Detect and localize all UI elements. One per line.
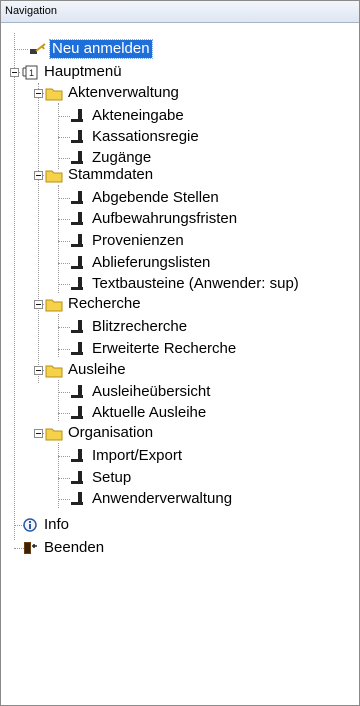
tree-item-import-export[interactable]: Import/Export (69, 445, 184, 467)
tree-line (58, 103, 59, 169)
tree-item-label: Ablieferungslisten (92, 254, 211, 271)
tree-item-abgebende-stellen[interactable]: Abgebende Stellen (69, 187, 221, 209)
exit-door-icon (21, 540, 39, 556)
key-icon (29, 41, 47, 57)
tree-item-kassationsregie[interactable]: Kassationsregie (69, 126, 201, 148)
collapse-toggle-organisation[interactable] (34, 429, 43, 438)
tree-item-label: Ausleihe (68, 361, 126, 378)
tree-item-label: Akteneingabe (92, 107, 184, 124)
menu-tree-icon: 1 (21, 64, 39, 80)
tree-item-aufbewahrungsfristen[interactable]: Aufbewahrungsfristen (69, 208, 239, 230)
navigation-tree: Neu anmelden 1 Hauptmenü Aktenverwaltung… (1, 23, 359, 705)
tree-item-anwenderverwaltung[interactable]: Anwenderverwaltung (69, 488, 234, 510)
tree-item-recherche[interactable]: Recherche (45, 293, 143, 315)
document-icon (69, 190, 87, 206)
tree-item-aktuelle-ausleihe[interactable]: Aktuelle Ausleihe (69, 402, 208, 424)
tree-line (58, 314, 59, 357)
tree-item-label: Aktuelle Ausleihe (92, 404, 207, 421)
panel-title: Navigation (1, 1, 359, 23)
folder-icon (45, 85, 63, 101)
tree-item-label: Textbausteine (Anwender: sup) (92, 275, 299, 292)
document-icon (69, 255, 87, 271)
tree-item-label: Aktenverwaltung (68, 84, 179, 101)
document-icon (69, 211, 87, 227)
document-icon (69, 276, 87, 292)
tree-item-setup[interactable]: Setup (69, 467, 133, 489)
collapse-toggle-hauptmenu[interactable] (10, 68, 19, 77)
tree-item-label: Import/Export (92, 447, 183, 464)
tree-item-ausleihe[interactable]: Ausleihe (45, 359, 128, 381)
document-icon (69, 491, 87, 507)
document-icon (69, 341, 87, 357)
tree-item-label: Abgebende Stellen (92, 189, 219, 206)
tree-item-label: Kassationsregie (92, 128, 199, 145)
tree-item-label: Setup (92, 469, 132, 486)
tree-item-label: Stammdaten (68, 166, 154, 183)
tree-item-label: Aufbewahrungsfristen (92, 210, 238, 227)
tree-item-ausleiheuebersicht[interactable]: Ausleiheübersicht (69, 381, 212, 403)
tree-item-erweiterte-recherche[interactable]: Erweiterte Recherche (69, 338, 238, 360)
tree-line (14, 33, 15, 540)
collapse-toggle-ausleihe[interactable] (34, 366, 43, 375)
tree-line (14, 49, 28, 50)
document-icon (69, 319, 87, 335)
tree-line (38, 83, 39, 383)
tree-item-label: Anwenderverwaltung (92, 490, 233, 507)
collapse-toggle-recherche[interactable] (34, 300, 43, 309)
tree-item-label: Erweiterte Recherche (92, 340, 237, 357)
document-icon (69, 233, 87, 249)
tree-item-stammdaten[interactable]: Stammdaten (45, 164, 155, 186)
tree-item-label: Organisation (68, 424, 154, 441)
tree-line (58, 185, 59, 293)
tree-item-blitzrecherche[interactable]: Blitzrecherche (69, 316, 189, 338)
document-icon (69, 384, 87, 400)
tree-item-aktenverwaltung[interactable]: Aktenverwaltung (45, 82, 181, 104)
collapse-toggle-stammdaten[interactable] (34, 171, 43, 180)
tree-item-label: Ausleiheübersicht (92, 383, 211, 400)
tree-item-neu-anmelden[interactable]: Neu anmelden (29, 38, 153, 60)
tree-item-akteneingabe[interactable]: Akteneingabe (69, 105, 186, 127)
tree-item-label: Provenienzen (92, 232, 184, 249)
folder-icon (45, 296, 63, 312)
svg-text:1: 1 (29, 68, 34, 78)
tree-item-label: Info (44, 516, 70, 533)
tree-item-beenden[interactable]: Beenden (21, 537, 106, 559)
folder-icon (45, 167, 63, 183)
tree-item-organisation[interactable]: Organisation (45, 422, 155, 444)
folder-icon (45, 425, 63, 441)
tree-line (58, 380, 59, 421)
document-icon (69, 470, 87, 486)
info-icon (21, 517, 39, 533)
document-icon (69, 129, 87, 145)
tree-item-provenienzen[interactable]: Provenienzen (69, 230, 186, 252)
tree-item-label: Blitzrecherche (92, 318, 188, 335)
tree-item-label: Beenden (44, 539, 105, 556)
folder-icon (45, 362, 63, 378)
tree-item-ablieferungslisten[interactable]: Ablieferungslisten (69, 252, 212, 274)
tree-item-textbausteine[interactable]: Textbausteine (Anwender: sup) (69, 273, 301, 295)
tree-item-label: Neu anmelden (49, 39, 153, 59)
collapse-toggle-aktenverwaltung[interactable] (34, 89, 43, 98)
tree-item-label: Hauptmenü (44, 63, 122, 80)
document-icon (69, 448, 87, 464)
tree-item-label: Recherche (68, 295, 141, 312)
document-icon (69, 108, 87, 124)
tree-item-hauptmenu[interactable]: 1 Hauptmenü (21, 61, 124, 83)
tree-item-info[interactable]: Info (21, 514, 71, 536)
navigation-panel: Navigation Neu anmelden 1 Hauptmenü Akte… (0, 0, 360, 706)
document-icon (69, 405, 87, 421)
